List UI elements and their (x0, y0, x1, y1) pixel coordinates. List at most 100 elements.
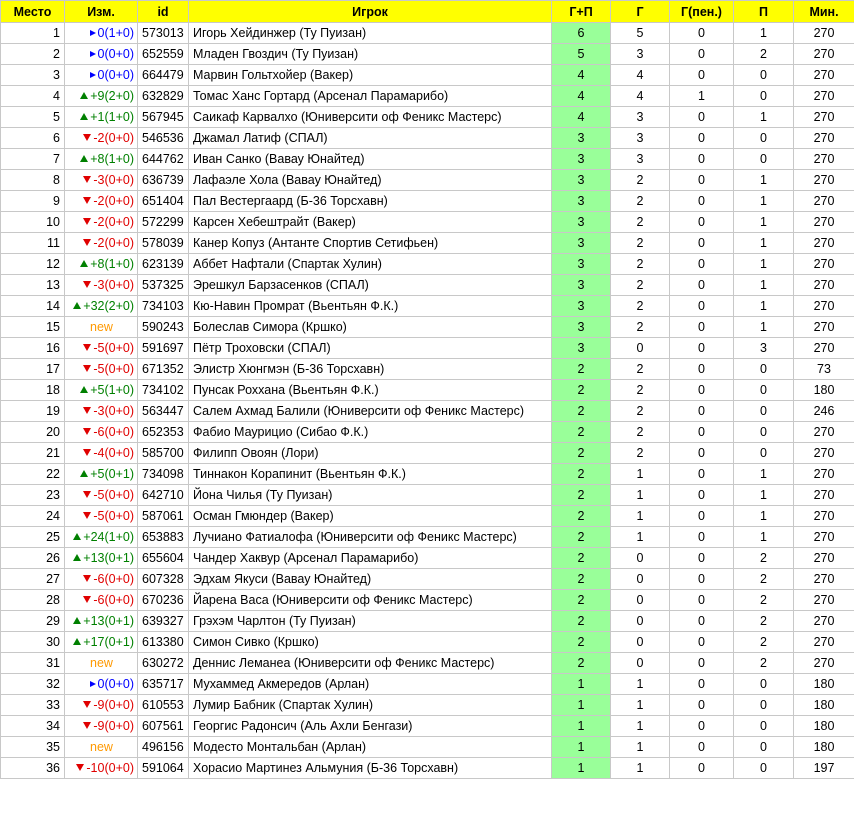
id-cell[interactable]: 652559 (137, 43, 189, 65)
goals-cell[interactable]: 2 (610, 169, 670, 191)
minutes-cell[interactable]: 270 (793, 610, 854, 632)
minutes-cell[interactable]: 270 (793, 484, 854, 506)
rank-cell[interactable]: 32 (0, 673, 65, 695)
goals-cell[interactable]: 0 (610, 547, 670, 569)
goals-plus-assists-cell[interactable]: 2 (551, 505, 611, 527)
player-cell[interactable]: Эрешкул Барзасенков (СПАЛ) (188, 274, 552, 296)
penalty-goals-cell[interactable]: 0 (669, 694, 734, 716)
penalty-goals-cell[interactable]: 0 (669, 463, 734, 485)
player-cell[interactable]: Осман Гмюндер (Вакер) (188, 505, 552, 527)
assists-cell[interactable]: 0 (733, 400, 794, 422)
change-cell[interactable]: new (64, 736, 138, 758)
assists-cell[interactable]: 2 (733, 43, 794, 65)
id-cell[interactable]: 572299 (137, 211, 189, 233)
id-cell[interactable]: 607561 (137, 715, 189, 737)
goals-plus-assists-cell[interactable]: 3 (551, 232, 611, 254)
id-cell[interactable]: 623139 (137, 253, 189, 275)
change-cell[interactable]: -4(0+0) (64, 442, 138, 464)
penalty-goals-cell[interactable]: 0 (669, 43, 734, 65)
id-cell[interactable]: 635717 (137, 673, 189, 695)
rank-cell[interactable]: 19 (0, 400, 65, 422)
assists-cell[interactable]: 1 (733, 232, 794, 254)
id-cell[interactable]: 563447 (137, 400, 189, 422)
change-cell[interactable]: -6(0+0) (64, 589, 138, 611)
player-cell[interactable]: Модесто Монтальбан (Арлан) (188, 736, 552, 758)
player-cell[interactable]: Хорасио Мартинез Альмуния (Б-36 Торсхавн… (188, 757, 552, 779)
assists-cell[interactable]: 0 (733, 694, 794, 716)
penalty-goals-cell[interactable]: 0 (669, 421, 734, 443)
goals-plus-assists-cell[interactable]: 1 (551, 715, 611, 737)
penalty-goals-cell[interactable]: 0 (669, 211, 734, 233)
change-cell[interactable]: +24(1+0) (64, 526, 138, 548)
rank-cell[interactable]: 1 (0, 22, 65, 44)
goals-plus-assists-cell[interactable]: 2 (551, 526, 611, 548)
change-cell[interactable]: new (64, 652, 138, 674)
goals-plus-assists-cell[interactable]: 3 (551, 253, 611, 275)
minutes-cell[interactable]: 270 (793, 211, 854, 233)
id-cell[interactable]: 610553 (137, 694, 189, 716)
goals-plus-assists-cell[interactable]: 4 (551, 106, 611, 128)
assists-cell[interactable]: 1 (733, 295, 794, 317)
goals-cell[interactable]: 1 (610, 526, 670, 548)
minutes-cell[interactable]: 270 (793, 232, 854, 254)
assists-cell[interactable]: 3 (733, 337, 794, 359)
player-cell[interactable]: Элистр Хюнгмэн (Б-36 Торсхавн) (188, 358, 552, 380)
penalty-goals-cell[interactable]: 0 (669, 64, 734, 86)
assists-cell[interactable]: 0 (733, 736, 794, 758)
goals-plus-assists-cell[interactable]: 2 (551, 484, 611, 506)
player-cell[interactable]: Канер Копуз (Антанте Спортив Сетифьен) (188, 232, 552, 254)
penalty-goals-cell[interactable]: 1 (669, 85, 734, 107)
assists-cell[interactable]: 1 (733, 211, 794, 233)
goals-cell[interactable]: 1 (610, 505, 670, 527)
player-cell[interactable]: Лучиано Фатиалофа (Юниверсити оф Феникс … (188, 526, 552, 548)
assists-cell[interactable]: 0 (733, 148, 794, 170)
player-cell[interactable]: Кю-Навин Промрат (Вьентьян Ф.К.) (188, 295, 552, 317)
goals-plus-assists-cell[interactable]: 3 (551, 211, 611, 233)
minutes-cell[interactable]: 270 (793, 421, 854, 443)
change-cell[interactable]: 0(1+0) (64, 22, 138, 44)
goals-cell[interactable]: 4 (610, 64, 670, 86)
change-cell[interactable]: -9(0+0) (64, 715, 138, 737)
goals-plus-assists-cell[interactable]: 1 (551, 694, 611, 716)
change-cell[interactable]: +13(0+1) (64, 610, 138, 632)
assists-cell[interactable]: 1 (733, 463, 794, 485)
player-cell[interactable]: Филипп Овоян (Лори) (188, 442, 552, 464)
rank-cell[interactable]: 25 (0, 526, 65, 548)
minutes-cell[interactable]: 270 (793, 169, 854, 191)
player-cell[interactable]: Лафаэле Хола (Вавау Юнайтед) (188, 169, 552, 191)
penalty-goals-cell[interactable]: 0 (669, 253, 734, 275)
id-cell[interactable]: 591697 (137, 337, 189, 359)
goals-plus-assists-cell[interactable]: 3 (551, 169, 611, 191)
goals-plus-assists-cell[interactable]: 4 (551, 85, 611, 107)
assists-cell[interactable]: 1 (733, 22, 794, 44)
penalty-goals-cell[interactable]: 0 (669, 631, 734, 653)
id-cell[interactable]: 573013 (137, 22, 189, 44)
goals-plus-assists-cell[interactable]: 2 (551, 652, 611, 674)
penalty-goals-cell[interactable]: 0 (669, 547, 734, 569)
assists-cell[interactable]: 1 (733, 253, 794, 275)
assists-cell[interactable]: 2 (733, 652, 794, 674)
rank-cell[interactable]: 33 (0, 694, 65, 716)
player-cell[interactable]: Грэхэм Чарлтон (Ту Пуизан) (188, 610, 552, 632)
minutes-cell[interactable]: 270 (793, 106, 854, 128)
goals-cell[interactable]: 2 (610, 421, 670, 443)
goals-cell[interactable]: 3 (610, 127, 670, 149)
goals-cell[interactable]: 0 (610, 610, 670, 632)
goals-plus-assists-cell[interactable]: 2 (551, 442, 611, 464)
goals-plus-assists-cell[interactable]: 3 (551, 127, 611, 149)
change-cell[interactable]: -9(0+0) (64, 694, 138, 716)
id-cell[interactable]: 607328 (137, 568, 189, 590)
change-cell[interactable]: -5(0+0) (64, 505, 138, 527)
rank-cell[interactable]: 27 (0, 568, 65, 590)
id-cell[interactable]: 590243 (137, 316, 189, 338)
minutes-cell[interactable]: 180 (793, 694, 854, 716)
rank-cell[interactable]: 3 (0, 64, 65, 86)
player-cell[interactable]: Игорь Хейдинжер (Ту Пуизан) (188, 22, 552, 44)
assists-cell[interactable]: 0 (733, 442, 794, 464)
rank-cell[interactable]: 16 (0, 337, 65, 359)
assists-cell[interactable]: 1 (733, 169, 794, 191)
goals-plus-assists-cell[interactable]: 3 (551, 295, 611, 317)
id-cell[interactable]: 496156 (137, 736, 189, 758)
change-cell[interactable]: -2(0+0) (64, 127, 138, 149)
goals-cell[interactable]: 0 (610, 652, 670, 674)
